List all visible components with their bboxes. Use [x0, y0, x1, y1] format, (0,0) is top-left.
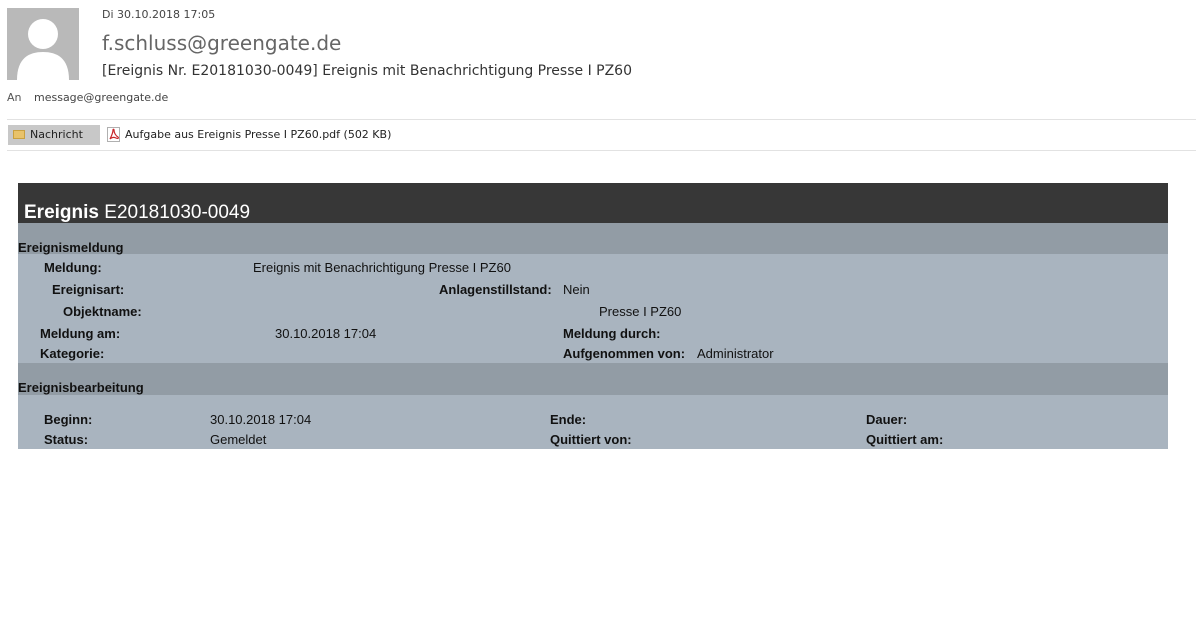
meldung-am-label: Meldung am:: [40, 326, 121, 341]
report-title: Ereignis E20181030-0049: [24, 202, 250, 224]
meldung-am-value: 30.10.2018 17:04: [275, 326, 377, 341]
tab-message[interactable]: Nachricht: [8, 125, 100, 145]
quittiert-am-label: Quittiert am:: [866, 432, 944, 447]
anlagenstillstand-label: Anlagenstillstand:: [439, 282, 552, 297]
status-label: Status:: [44, 432, 89, 447]
ende-label: Ende:: [550, 412, 587, 427]
section-ereignisbearbeitung: Ereignisbearbeitung: [18, 363, 1168, 395]
quittiert-von-label: Quittiert von:: [550, 432, 632, 447]
objektname-value: Presse I PZ60: [599, 304, 682, 319]
kategorie-label: Kategorie:: [40, 346, 105, 361]
aufgenommen-label: Aufgenommen von:: [563, 346, 686, 361]
envelope-icon: [13, 130, 25, 139]
pdf-icon: [107, 127, 120, 142]
sender-address[interactable]: f.schluss@greengate.de: [102, 31, 341, 55]
meldung-label: Meldung:: [44, 260, 102, 275]
section-title: Ereignismeldung: [18, 240, 124, 255]
report-title-bar: Ereignis E20181030-0049: [18, 183, 1168, 223]
message-subject: [Ereignis Nr. E20181030-0049] Ereignis m…: [102, 63, 632, 79]
status-value: Gemeldet: [210, 432, 267, 447]
anlagenstillstand-value: Nein: [563, 282, 590, 297]
event-report: Ereignis E20181030-0049 Ereignismeldung …: [18, 183, 1168, 449]
aufgenommen-value: Administrator: [697, 346, 774, 361]
report-title-bold: Ereignis: [24, 202, 99, 223]
dauer-label: Dauer:: [866, 412, 908, 427]
section-title: Ereignisbearbeitung: [18, 380, 144, 395]
tabs-divider: [7, 150, 1196, 151]
beginn-value: 30.10.2018 17:04: [210, 412, 312, 427]
ereignisart-label: Ereignisart:: [52, 282, 125, 297]
recipient-address[interactable]: message@greengate.de: [34, 91, 168, 104]
tab-message-label: Nachricht: [30, 128, 83, 141]
message-date: Di 30.10.2018 17:05: [102, 8, 216, 21]
beginn-label: Beginn:: [44, 412, 93, 427]
meldung-value: Ereignis mit Benachrichtigung Presse I P…: [253, 260, 511, 275]
recipient-label: An: [7, 91, 22, 104]
report-number: E20181030-0049: [104, 202, 251, 223]
objektname-label: Objektname:: [63, 304, 142, 319]
section-ereignismeldung: Ereignismeldung: [18, 223, 1168, 255]
header-divider: [7, 119, 1196, 120]
sender-avatar: [7, 8, 79, 80]
person-silhouette-icon: [17, 19, 69, 80]
attachment-label: Aufgabe aus Ereignis Presse I PZ60.pdf (…: [125, 128, 392, 141]
meldung-durch-label: Meldung durch:: [563, 326, 661, 341]
